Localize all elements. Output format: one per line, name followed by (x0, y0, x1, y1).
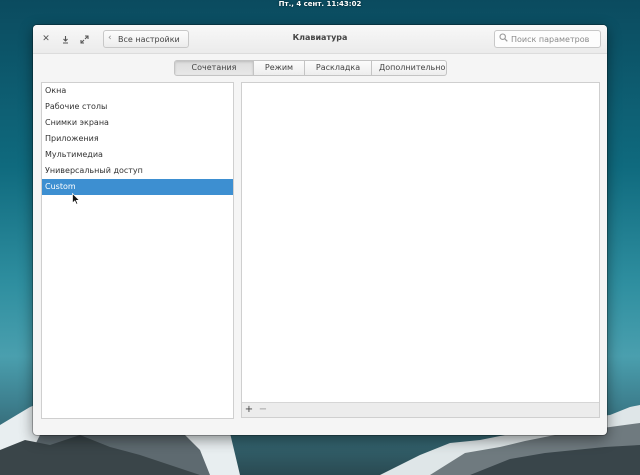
tab-shortcuts[interactable]: Сочетания клавиш (175, 61, 253, 75)
clock[interactable]: Пт., 4 сент. 11:43:02 (279, 0, 362, 9)
list-item-accessibility[interactable]: Универсальный доступ (42, 163, 233, 179)
list-item-windows[interactable]: Окна (42, 83, 233, 99)
add-shortcut-button[interactable]: + (242, 403, 256, 417)
top-panel: Пт., 4 сент. 11:43:02 (0, 0, 640, 9)
shortcuts-panel: + − (241, 82, 600, 418)
mouse-pointer-icon (72, 193, 80, 205)
titlebar: ✕ ‹ Все настройки Клавиатура (33, 25, 607, 54)
tab-mode[interactable]: Режим (253, 61, 304, 75)
tab-layout[interactable]: Раскладка (304, 61, 371, 75)
list-item-screenshots[interactable]: Снимки экрана (42, 115, 233, 131)
list-item-custom[interactable]: Custom (42, 179, 233, 195)
mode-tabs: Сочетания клавиш Режим Раскладка Дополни… (174, 60, 447, 76)
tab-advanced[interactable]: Дополнительно (371, 61, 446, 75)
shortcut-sections-list: Окна Рабочие столы Снимки экрана Приложе… (41, 82, 234, 419)
settings-window: ✕ ‹ Все настройки Клавиатура Сочетания к… (33, 25, 607, 435)
list-item-workspaces[interactable]: Рабочие столы (42, 99, 233, 115)
panel-toolbar: + − (242, 402, 599, 417)
search-icon (495, 33, 511, 45)
list-item-applications[interactable]: Приложения (42, 131, 233, 147)
list-item-media[interactable]: Мультимедиа (42, 147, 233, 163)
search-input[interactable] (511, 34, 595, 44)
search-field[interactable] (494, 30, 601, 48)
remove-shortcut-button[interactable]: − (256, 403, 270, 417)
